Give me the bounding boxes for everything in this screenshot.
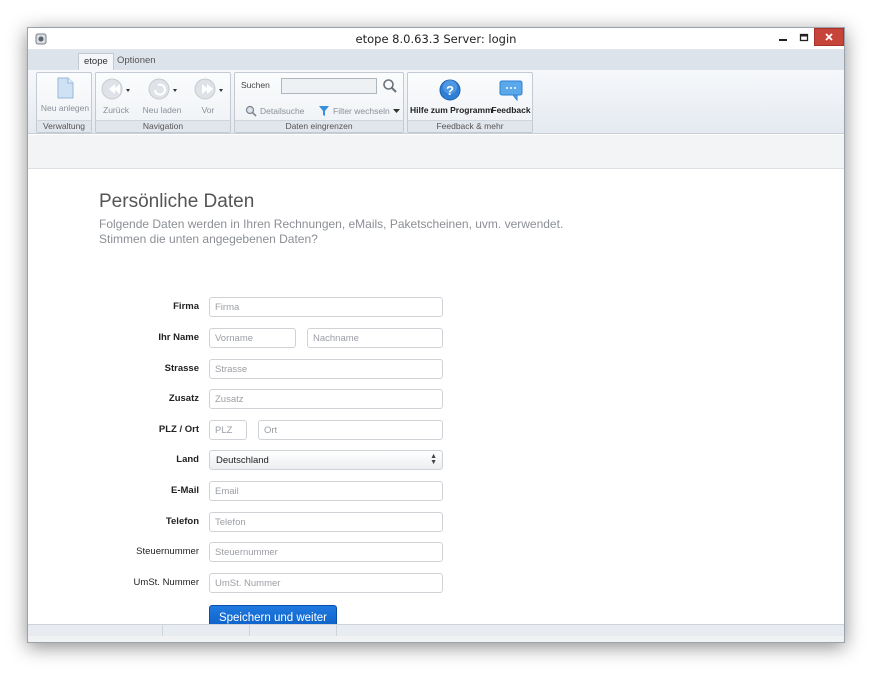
lastname-input[interactable] <box>307 328 443 348</box>
forward-button[interactable]: Vor <box>188 77 228 115</box>
maximize-icon <box>799 33 809 42</box>
new-button-label: Neu anlegen <box>40 103 90 113</box>
row-steuernummer: Steuernummer <box>28 542 844 562</box>
group-label-feedback: Feedback & mehr <box>408 120 532 132</box>
ribbon: Neu anlegen Verwaltung Zurück Neu laden … <box>28 70 844 134</box>
row-telefon: Telefon <box>28 512 844 532</box>
reload-button[interactable]: Neu laden <box>140 77 184 115</box>
row-plzort: PLZ / Ort <box>28 420 844 440</box>
page-title: Persönliche Daten <box>99 191 255 212</box>
svg-text:?: ? <box>446 83 454 98</box>
zusatz-label: Zusatz <box>168 393 199 404</box>
ort-input[interactable] <box>258 420 443 440</box>
detail-search-button[interactable]: Detailsuche <box>245 105 304 117</box>
title-bar: etope 8.0.63.3 Server: login <box>28 28 844 50</box>
new-button[interactable]: Neu anlegen <box>37 77 93 113</box>
firma-label: Firma <box>173 301 199 312</box>
forward-arrow-icon <box>194 78 223 100</box>
row-land: Land Deutschland ▲ ▼ <box>28 450 844 470</box>
close-icon <box>825 33 833 41</box>
back-arrow-icon <box>101 78 130 100</box>
page-subtitle: Folgende Daten werden in Ihren Rechnunge… <box>99 217 619 247</box>
ribbon-tab-bar: etope Optionen <box>28 50 844 70</box>
funnel-icon <box>319 106 329 116</box>
ustnr-input[interactable] <box>209 573 443 593</box>
search-icon[interactable] <box>382 78 398 94</box>
land-select[interactable]: Deutschland ▲ ▼ <box>209 450 443 470</box>
help-icon: ? <box>439 79 461 101</box>
reload-label: Neu laden <box>142 105 182 115</box>
firstname-input[interactable] <box>209 328 296 348</box>
group-label-navigation: Navigation <box>96 120 230 132</box>
land-select-value: Deutschland <box>216 455 269 466</box>
row-zusatz: Zusatz <box>28 389 844 409</box>
page-subtitle-line-1: Folgende Daten werden in Ihren Rechnunge… <box>99 217 564 231</box>
email-input[interactable] <box>209 481 443 501</box>
steuernummer-input[interactable] <box>209 542 443 562</box>
steuernummer-label: Steuernummer <box>136 546 199 557</box>
group-label-filter: Daten eingrenzen <box>235 120 403 132</box>
new-document-icon <box>57 77 74 99</box>
minimize-button[interactable] <box>773 28 793 48</box>
sub-toolbar <box>28 135 844 169</box>
email-label: E-Mail <box>171 485 199 496</box>
group-feedback: ? Hilfe zum Programm Feedback Feedback &… <box>407 72 533 133</box>
row-strasse: Strasse <box>28 359 844 379</box>
help-label: Hilfe zum Programm <box>410 105 493 115</box>
chevron-down-icon <box>392 109 400 113</box>
tab-optionen[interactable]: Optionen <box>112 53 161 70</box>
tab-etope[interactable]: etope <box>78 53 114 70</box>
filter-switch-label: Filter wechseln <box>333 106 390 116</box>
search-input[interactable] <box>281 78 377 94</box>
zusatz-input[interactable] <box>209 389 443 409</box>
app-window: etope 8.0.63.3 Server: login etope Optio… <box>27 27 845 643</box>
row-name: Ihr Name <box>28 328 844 348</box>
group-label-verwaltung: Verwaltung <box>37 120 91 132</box>
detail-search-label: Detailsuche <box>260 106 305 116</box>
forward-label: Vor <box>201 105 215 115</box>
status-bar <box>28 624 844 637</box>
select-updown-icon: ▲ ▼ <box>430 453 437 466</box>
page-subtitle-line-2: Stimmen die unten angegebenen Daten? <box>99 232 318 246</box>
row-email: E-Mail <box>28 481 844 501</box>
strasse-input[interactable] <box>209 359 443 379</box>
feedback-label: Feedback <box>491 105 531 115</box>
help-button[interactable]: ? Hilfe zum Programm <box>410 79 493 115</box>
row-firma: Firma <box>28 297 844 317</box>
telefon-input[interactable] <box>209 512 443 532</box>
group-filter: Suchen Detailsuche Filter wechseln Daten… <box>234 72 404 133</box>
search-label: Suchen <box>241 80 270 90</box>
window-title: etope 8.0.63.3 Server: login <box>355 32 517 46</box>
ustnr-label: UmSt. Nummer <box>133 577 199 588</box>
group-verwaltung: Neu anlegen Verwaltung <box>36 72 92 133</box>
maximize-button[interactable] <box>794 28 814 48</box>
plz-input[interactable] <box>209 420 247 440</box>
back-button[interactable]: Zurück <box>98 77 134 115</box>
filter-switch-button[interactable]: Filter wechseln <box>318 105 400 117</box>
plzort-label: PLZ / Ort <box>158 424 199 435</box>
row-ustnr: UmSt. Nummer <box>28 573 844 593</box>
land-label: Land <box>176 454 199 465</box>
minimize-icon <box>779 39 787 41</box>
magnifier-icon <box>245 105 257 117</box>
back-label: Zurück <box>103 105 129 115</box>
group-navigation: Zurück Neu laden Vor Navigation <box>95 72 231 133</box>
main-content: Persönliche Daten Folgende Daten werden … <box>28 169 844 631</box>
reload-icon <box>148 78 177 100</box>
name-label: Ihr Name <box>158 332 199 343</box>
strasse-label: Strasse <box>164 363 199 374</box>
close-button[interactable] <box>814 28 844 46</box>
window-footer <box>28 636 844 642</box>
feedback-button[interactable]: Feedback <box>490 79 532 115</box>
telefon-label: Telefon <box>165 516 199 527</box>
firma-input[interactable] <box>209 297 443 317</box>
speech-bubble-icon <box>499 80 523 102</box>
